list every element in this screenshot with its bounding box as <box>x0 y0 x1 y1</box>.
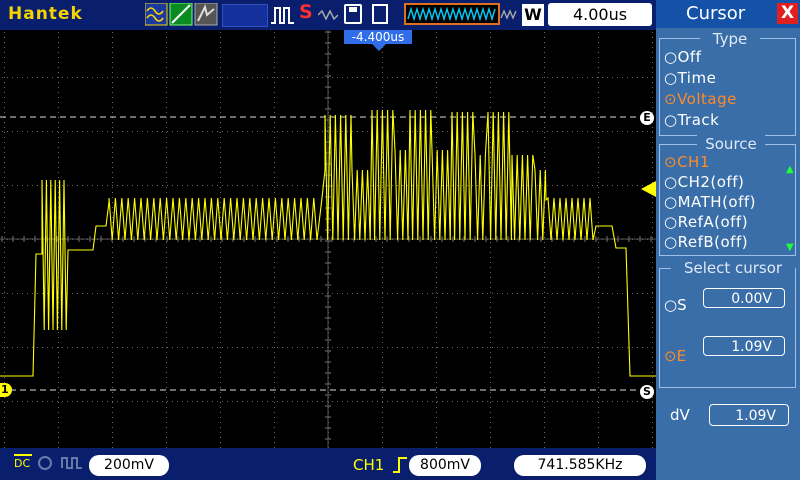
coupling-label: DC <box>14 457 31 470</box>
source-option-math-off[interactable]: ○MATH(off) <box>664 193 756 211</box>
source-option-refa-off[interactable]: ○RefA(off) <box>664 213 748 231</box>
radio-off-icon: ○ <box>664 193 678 211</box>
trigger-level-arrow[interactable] <box>641 181 656 197</box>
radio-off-icon: ○ <box>664 173 678 191</box>
type-option-track[interactable]: ○Track <box>664 111 719 129</box>
wide-window-icon <box>500 9 517 20</box>
close-button[interactable]: X <box>777 3 798 24</box>
source-option-refb-off[interactable]: ○RefB(off) <box>664 233 748 251</box>
select-cursor-section <box>659 268 796 388</box>
cursor-e-marker[interactable]: E <box>640 111 654 125</box>
trigger-source[interactable]: CH1 <box>353 456 384 474</box>
frequency-readout: 741.585KHz <box>514 455 646 476</box>
type-option-off[interactable]: ○Off <box>664 48 701 66</box>
source-option-label: MATH(off) <box>677 193 757 211</box>
cursor-e-option[interactable]: ⊙E <box>664 347 686 365</box>
waveform-display[interactable] <box>0 30 656 448</box>
source-option-ch1[interactable]: ⊙CH1 <box>664 153 710 171</box>
cursor-e-label: E <box>676 347 687 365</box>
radio-off-icon: ○ <box>664 48 678 66</box>
waveform-small-icon <box>318 10 338 20</box>
radio-off-icon: ○ <box>664 213 678 231</box>
type-option-label: Track <box>677 111 720 129</box>
waveform-view-icon <box>404 3 500 25</box>
type-option-voltage[interactable]: ⊙Voltage <box>664 90 737 108</box>
source-option-label: RefB(off) <box>677 233 749 251</box>
coupling-indicator[interactable]: DC <box>14 454 32 469</box>
scroll-down-icon[interactable]: ▼ <box>786 242 794 253</box>
type-option-label: Voltage <box>677 90 737 108</box>
stop-icon[interactable]: S <box>299 1 313 23</box>
bandwidth-limit-icon[interactable] <box>61 455 83 471</box>
radio-off-icon: ○ <box>664 296 678 314</box>
trigger-level[interactable]: 800mV <box>409 455 481 476</box>
rising-edge-icon[interactable] <box>392 456 408 474</box>
source-option-ch2-off[interactable]: ○CH2(off) <box>664 173 744 191</box>
panel-title-text: Cursor <box>686 3 746 24</box>
radio-on-icon: ⊙ <box>664 347 677 365</box>
invert-icon[interactable] <box>38 456 52 470</box>
type-option-label: Off <box>677 48 702 66</box>
trigger-position-readout: -4.400us <box>344 30 412 44</box>
radio-off-icon: ○ <box>664 111 678 129</box>
source-option-label: CH1 <box>677 153 710 171</box>
cursor-e-value[interactable]: 1.09V <box>703 336 785 356</box>
cursor-s-option[interactable]: ○S <box>664 296 687 314</box>
save-disk-icon[interactable] <box>344 4 362 24</box>
radio-on-icon: ⊙ <box>664 90 678 108</box>
delta-v-label: dV <box>670 406 690 424</box>
volts-per-div[interactable]: 200mV <box>89 455 169 476</box>
cursor-s-label: S <box>677 296 687 314</box>
run-pulse-icon[interactable] <box>270 5 296 25</box>
window-w-button[interactable]: W <box>522 4 544 26</box>
display-icons <box>145 3 218 26</box>
scroll-up-icon[interactable]: ▲ <box>786 164 794 175</box>
brand-logo: Hantek <box>8 4 83 24</box>
type-option-time[interactable]: ○Time <box>664 69 716 87</box>
delta-v-value: 1.09V <box>709 404 789 426</box>
radio-off-icon: ○ <box>664 233 678 251</box>
source-title: Source <box>697 135 765 153</box>
source-option-label: RefA(off) <box>677 213 749 231</box>
source-option-label: CH2(off) <box>677 173 745 191</box>
file-icon[interactable] <box>372 4 388 24</box>
waveform-mode-icon <box>145 3 168 26</box>
timebase-readout[interactable]: 4.00us <box>548 3 652 26</box>
trigger-position-arrow <box>372 44 386 51</box>
dc-coupling-icon <box>14 454 32 456</box>
type-option-label: Time <box>677 69 717 87</box>
cursor-s-value[interactable]: 0.00V <box>703 288 785 308</box>
display-mode-box[interactable] <box>222 4 268 27</box>
cursor-s-marker[interactable]: S <box>640 385 654 399</box>
type-title: Type <box>700 30 760 48</box>
radio-on-icon: ⊙ <box>664 153 678 171</box>
radio-off-icon: ○ <box>664 69 678 87</box>
select-cursor-title: Select cursor <box>671 259 795 277</box>
